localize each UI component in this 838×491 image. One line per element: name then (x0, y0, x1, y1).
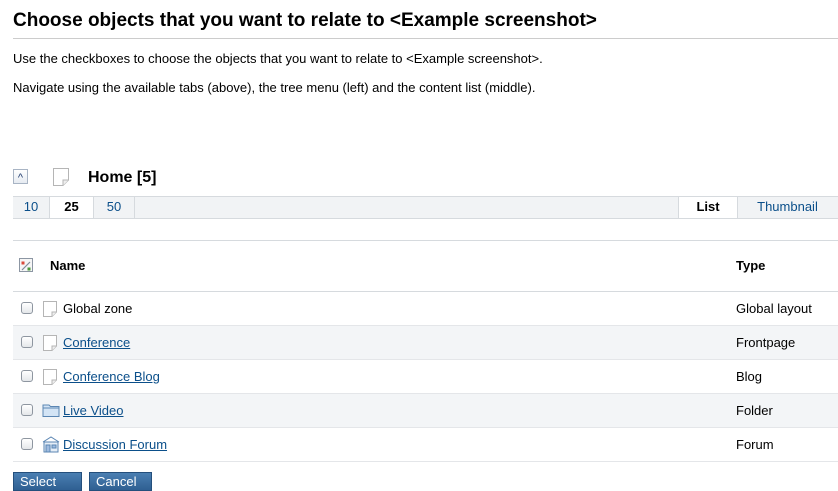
table-header: Name Type (13, 241, 838, 292)
page-title: Choose objects that you want to relate t… (13, 10, 597, 31)
node-title: Home [5] (88, 169, 157, 186)
limit-50[interactable]: 50 (94, 197, 135, 218)
folder-icon (42, 402, 60, 421)
row-name-link[interactable]: Conference Blog (63, 360, 160, 393)
document-icon (52, 167, 70, 192)
row-type: Blog (736, 369, 763, 384)
row-checkbox[interactable] (21, 302, 33, 314)
row-type: Folder (736, 403, 773, 418)
tab-list-view[interactable]: List (678, 197, 738, 218)
row-name-link[interactable]: Live Video (63, 394, 123, 427)
table-row: Discussion Forum Forum (13, 428, 838, 462)
invert-selection-icon[interactable] (19, 258, 33, 272)
row-checkbox[interactable] (21, 336, 33, 348)
table-row: Global zone Global layout (13, 292, 838, 326)
row-type: Frontpage (736, 335, 796, 350)
content-table: Name Type Global zone Global layout Conf… (13, 240, 838, 462)
row-checkbox[interactable] (21, 370, 33, 382)
row-type: Forum (736, 437, 774, 452)
row-name-link[interactable]: Discussion Forum (63, 428, 167, 461)
tab-thumbnail-view[interactable]: Thumbnail (737, 197, 838, 218)
column-header-type[interactable]: Type (736, 241, 765, 291)
table-row: Conference Blog Blog (13, 360, 838, 394)
row-type: Global layout (736, 301, 812, 316)
row-checkbox[interactable] (21, 438, 33, 450)
row-checkbox[interactable] (21, 404, 33, 416)
title-divider (13, 38, 838, 39)
description-line-2: Navigate using the available tabs (above… (13, 80, 536, 95)
column-header-name[interactable]: Name (50, 241, 85, 291)
forum-icon (42, 436, 60, 456)
limit-10[interactable]: 10 (13, 197, 50, 218)
row-name: Global zone (63, 301, 133, 316)
document-icon (42, 300, 58, 321)
document-icon (42, 334, 58, 355)
table-row: Conference Frontpage (13, 326, 838, 360)
list-toolbar: 10 25 50 List Thumbnail (13, 196, 838, 219)
limit-25[interactable]: 25 (50, 197, 94, 218)
description-line-1: Use the checkboxes to choose the objects… (13, 51, 543, 66)
cancel-button[interactable]: Cancel (89, 472, 152, 491)
row-name-link[interactable]: Conference (63, 326, 130, 359)
table-row: Live Video Folder (13, 394, 838, 428)
chevron-up-icon[interactable]: ^ (13, 169, 28, 184)
select-button[interactable]: Select (13, 472, 82, 491)
document-icon (42, 368, 58, 389)
